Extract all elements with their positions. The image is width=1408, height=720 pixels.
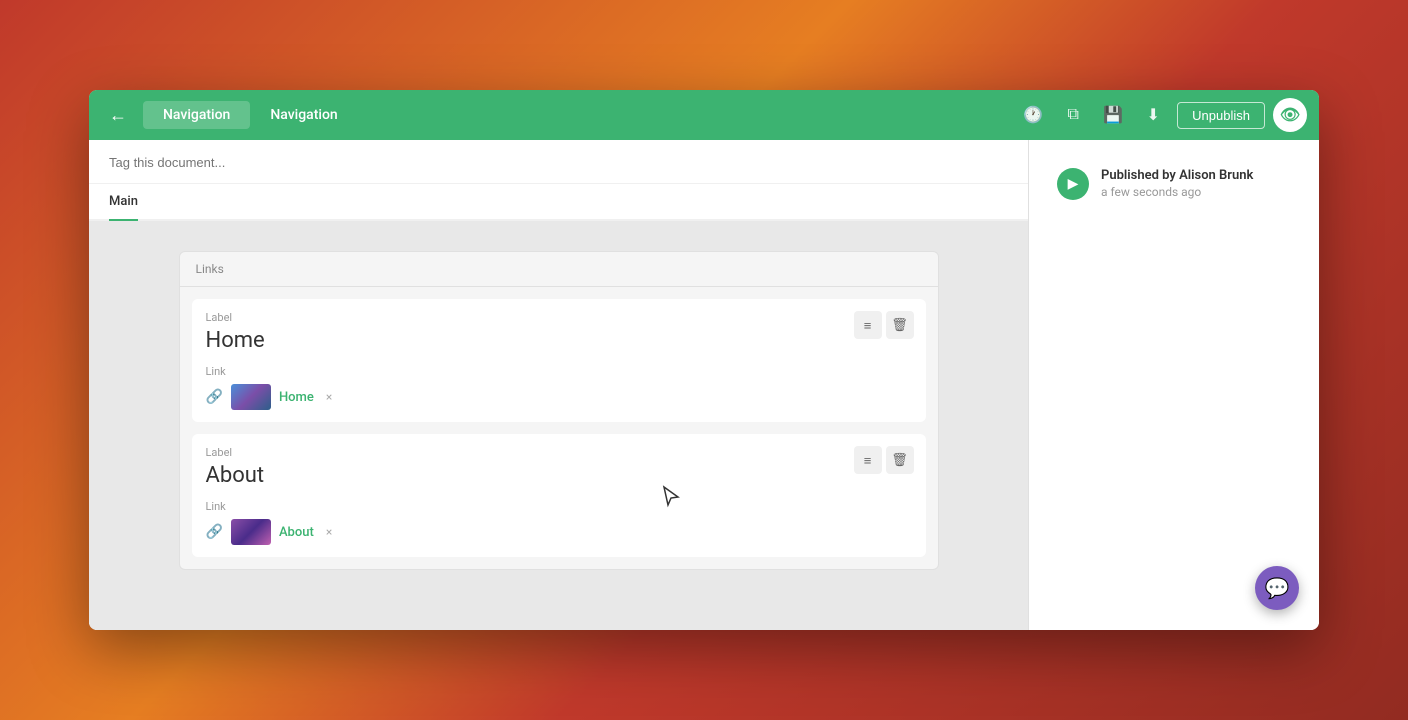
view-button[interactable]: 👁 [1273, 98, 1307, 132]
window-body: Main Links ≡ 🗑 [89, 140, 1319, 630]
save-button[interactable]: 💾 [1097, 99, 1129, 131]
home-link-ref: 🔗 Home × [206, 384, 912, 410]
save-icon: 💾 [1103, 105, 1123, 125]
toolbar-page-title: Navigation [270, 107, 337, 123]
editor-area: Links ≡ 🗑 Label Home L [89, 221, 1028, 630]
published-icon: ▶ [1057, 168, 1089, 200]
tab-main-label: Main [109, 194, 138, 209]
sidebar: ▶ Published by Alison Brunk a few second… [1029, 140, 1319, 630]
delete-icon: 🗑 [891, 317, 908, 333]
chat-icon: 💬 [1265, 576, 1290, 600]
toolbar: ← Navigation Navigation 🕐 ⧉ 💾 ⬇ Unpublis… [89, 90, 1319, 140]
home-remove[interactable]: × [326, 390, 332, 404]
link-item-about: ≡ 🗑 Label About Link 🔗 About [192, 434, 926, 557]
download-button[interactable]: ⬇ [1137, 99, 1169, 131]
play-icon: ▶ [1068, 176, 1079, 192]
links-header: Links [180, 252, 938, 287]
home-link-label: Link [206, 365, 912, 378]
toolbar-actions: 🕐 ⧉ 💾 ⬇ Unpublish 👁 [1017, 98, 1307, 132]
back-button[interactable]: ← [101, 101, 135, 130]
app-window: ← Navigation Navigation 🕐 ⧉ 💾 ⬇ Unpublis… [89, 90, 1319, 630]
published-card: ▶ Published by Alison Brunk a few second… [1045, 156, 1303, 212]
links-container: Links ≡ 🗑 Label Home L [179, 251, 939, 570]
eye-icon: 👁 [1280, 105, 1300, 125]
tag-input[interactable] [109, 155, 1008, 170]
link-chain-icon: 🔗 [206, 389, 223, 405]
about-title: About [206, 463, 912, 488]
toolbar-tab[interactable]: Navigation [143, 101, 250, 129]
link-chain-icon-about: 🔗 [206, 524, 223, 540]
drag-button-home[interactable]: ≡ [854, 311, 882, 339]
download-icon: ⬇ [1146, 105, 1159, 125]
link-item-about-actions: ≡ 🗑 [854, 446, 914, 474]
chat-bubble[interactable]: 💬 [1255, 566, 1299, 610]
copy-icon: ⧉ [1067, 106, 1078, 124]
unpublish-button[interactable]: Unpublish [1177, 102, 1265, 129]
home-link[interactable]: Home [279, 390, 314, 405]
link-item-home-actions: ≡ 🗑 [854, 311, 914, 339]
tab-main[interactable]: Main [109, 184, 138, 219]
about-link[interactable]: About [279, 525, 314, 540]
about-link-label: Link [206, 500, 912, 513]
link-item-home: ≡ 🗑 Label Home Link 🔗 Home [192, 299, 926, 422]
about-label-text: Label [206, 446, 912, 459]
published-by: Published by Alison Brunk [1101, 168, 1291, 183]
back-icon: ← [109, 105, 127, 126]
history-button[interactable]: 🕐 [1017, 99, 1049, 131]
delete-icon-about: 🗑 [891, 452, 908, 468]
about-thumbnail [231, 519, 271, 545]
delete-button-home[interactable]: 🗑 [886, 311, 914, 339]
published-time: a few seconds ago [1101, 185, 1291, 199]
published-info: Published by Alison Brunk a few seconds … [1101, 168, 1291, 199]
history-icon: 🕐 [1023, 105, 1043, 125]
about-remove[interactable]: × [326, 525, 332, 539]
tag-bar [89, 140, 1028, 184]
delete-button-about[interactable]: 🗑 [886, 446, 914, 474]
drag-icon-about: ≡ [864, 453, 872, 468]
copy-button[interactable]: ⧉ [1057, 99, 1089, 131]
tab-bar: Main [89, 184, 1028, 221]
drag-icon: ≡ [864, 318, 872, 333]
home-title: Home [206, 328, 912, 353]
home-thumbnail [231, 384, 271, 410]
drag-button-about[interactable]: ≡ [854, 446, 882, 474]
home-label-text: Label [206, 311, 912, 324]
about-link-ref: 🔗 About × [206, 519, 912, 545]
main-content: Main Links ≡ 🗑 [89, 140, 1029, 630]
